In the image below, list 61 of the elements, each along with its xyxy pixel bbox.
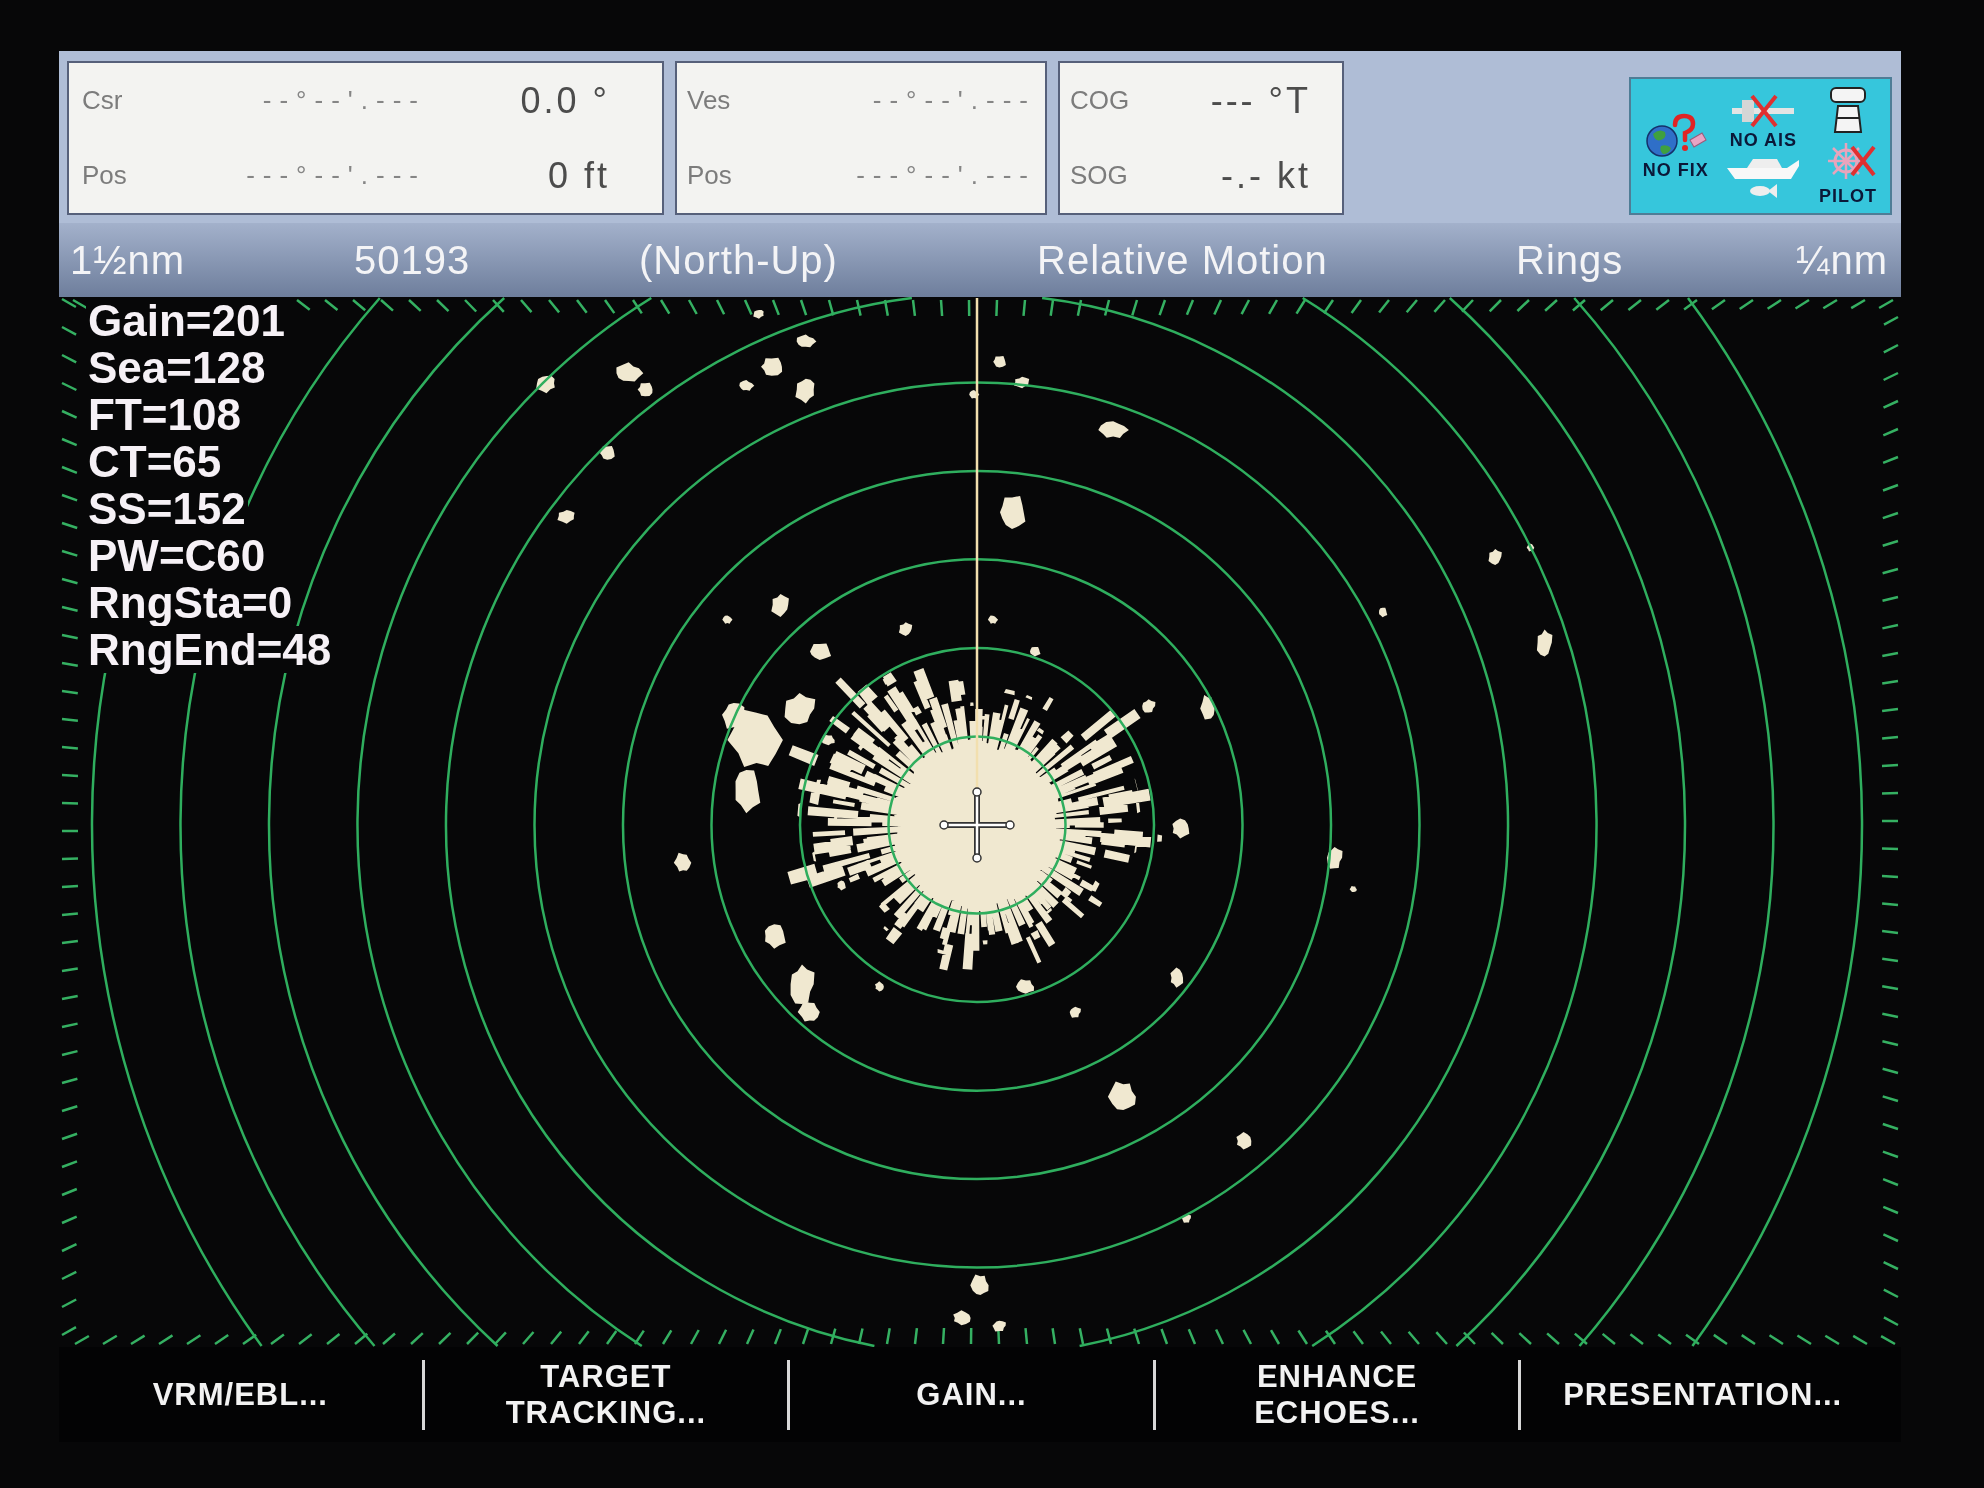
radar-echo	[969, 390, 980, 399]
softkey-button[interactable]: ENHANCE ECHOES...	[1155, 1353, 1519, 1436]
radar-echo	[1014, 376, 1030, 389]
radar-echo	[1236, 1131, 1252, 1150]
radar-echo	[992, 1320, 1006, 1332]
radar-echo	[1107, 1081, 1136, 1111]
field-label: Ves	[687, 85, 731, 116]
status-text: ¼nm	[1796, 237, 1888, 283]
field-label: COG	[1070, 85, 1130, 116]
radar-echo	[795, 378, 815, 404]
radar-echo	[993, 356, 1006, 368]
value-readout: 0.0 °	[520, 79, 610, 122]
radar-echo	[761, 357, 783, 376]
status-text: 50193	[354, 237, 471, 283]
radar-echo	[739, 380, 755, 391]
setting-readout: Gain=201	[86, 297, 287, 344]
field-label: Pos	[687, 160, 732, 191]
value-readout: 0 ft	[547, 154, 610, 197]
position-readout: ---°--'.---	[246, 160, 426, 191]
position-readout: ---°--'.---	[856, 160, 1036, 191]
softkey-button[interactable]: PRESENTATION...	[1521, 1353, 1884, 1436]
field-label: Pos	[82, 160, 127, 191]
radar-echo	[1327, 847, 1343, 869]
radar-echo	[1536, 629, 1553, 657]
value-readout: --- °T	[1210, 79, 1311, 122]
crosshair-icon	[939, 787, 1015, 863]
radar-scanner-icon	[1828, 85, 1869, 135]
status-text: (North-Up)	[639, 237, 838, 283]
fish-icon	[1749, 182, 1778, 199]
position-readout: --°--'.---	[872, 85, 1036, 116]
value-readout: -.- kt	[1221, 154, 1311, 197]
setting-readout: Sea=128	[86, 344, 268, 391]
radar-echo	[970, 1274, 989, 1296]
radar-echo	[599, 445, 615, 460]
radar-echo	[1182, 1214, 1191, 1223]
softkey-button[interactable]: TARGET TRACKING...	[424, 1353, 788, 1436]
radar-echo	[1488, 548, 1502, 565]
field-label: SOG	[1070, 160, 1128, 191]
radar-echo	[1526, 543, 1535, 552]
radar-echo	[1349, 886, 1357, 893]
radar-echo	[536, 375, 555, 394]
radar-echo	[753, 309, 764, 319]
softkey-button[interactable]: GAIN...	[790, 1353, 1153, 1436]
status-label: NO FIX	[1642, 159, 1709, 181]
softkey-button[interactable]: VRM/EBL...	[59, 1353, 422, 1436]
status-label: PILOT	[1819, 186, 1878, 207]
radar-echo	[1379, 607, 1388, 618]
radar-echo	[1000, 496, 1026, 529]
status-label: NO AIS	[1729, 129, 1798, 151]
radar-echo	[557, 510, 575, 524]
setting-readout: SS=152	[86, 485, 248, 532]
radar-echo	[953, 1310, 971, 1326]
radar-echo	[1098, 421, 1129, 438]
radar-echo	[796, 334, 817, 348]
position-readout: --°--'.---	[262, 85, 426, 116]
status-text: Relative Motion	[1037, 237, 1328, 283]
globe-question-icon	[1644, 111, 1707, 158]
status-text: 1½nm	[70, 237, 186, 283]
status-text: Rings	[1516, 237, 1624, 283]
field-label: Csr	[82, 85, 123, 116]
radar-echo	[673, 852, 692, 872]
